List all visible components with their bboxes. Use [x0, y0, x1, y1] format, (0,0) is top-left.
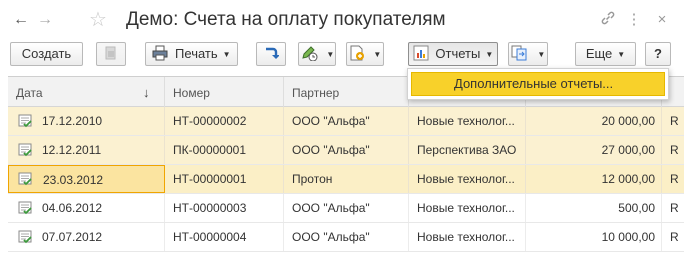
create-based-on-button[interactable]: ▼: [346, 42, 384, 66]
date-value: 17.12.2010: [42, 114, 103, 128]
reports-dropdown-menu: Дополнительные отчеты...: [407, 68, 669, 100]
cell-number: НТ-00000004: [165, 223, 284, 251]
date-value: 07.07.2012: [42, 230, 103, 244]
cell-date: 12.12.2011: [8, 136, 165, 164]
related-documents-icon: [511, 45, 527, 61]
chevron-down-icon: ▼: [222, 50, 231, 59]
cell-currency: R: [670, 114, 679, 128]
reports-button-label: Отчеты: [435, 46, 481, 61]
cell-number: НТ-00000001: [165, 165, 284, 193]
star-icon[interactable]: ☆: [89, 8, 107, 32]
cell-partner: ООО "Альфа": [284, 194, 409, 222]
cell-number: НТ-00000002: [165, 107, 284, 135]
page-title: Демо: Счета на оплату покупателям: [126, 9, 446, 30]
cell-date: 17.12.2010: [8, 107, 165, 135]
cell-amount: 10 000,00: [526, 223, 662, 251]
cell-currency: R: [670, 172, 679, 186]
cell-amount: 12 000,00: [526, 165, 662, 193]
chevron-down-icon: ▼: [326, 50, 335, 59]
column-header-number-label: Номер: [173, 86, 210, 100]
print-button-label: Печать: [175, 46, 218, 61]
posted-document-icon: [18, 143, 32, 157]
column-header-date-label: Дата: [16, 86, 43, 100]
column-header-date[interactable]: Дата ↓: [8, 77, 165, 107]
cell-counterparty: Новые технолог...: [409, 107, 526, 135]
cell-counterparty: Новые технолог...: [409, 194, 526, 222]
cell-partner: Протон: [284, 165, 409, 193]
report-chart-icon: [413, 45, 429, 61]
cell-currency: R: [670, 143, 679, 157]
title-bar: ← → ☆ Демо: Счета на оплату покупателям …: [0, 0, 684, 40]
cell-number: ПК-00000001: [165, 136, 284, 164]
edit-button[interactable]: ▼: [298, 42, 336, 66]
pencil-clock-icon: [302, 46, 318, 61]
column-header-number[interactable]: Номер: [165, 77, 284, 107]
cell-counterparty: Новые технолог...: [409, 223, 526, 251]
cell-amount: 20 000,00: [526, 107, 662, 135]
posted-document-icon: [18, 230, 32, 244]
table-row[interactable]: 12.12.2011 ПК-00000001 ООО "Альфа" Персп…: [8, 136, 684, 165]
date-value: 23.03.2012: [43, 173, 104, 187]
column-header-partner[interactable]: Партнер: [284, 77, 409, 107]
sort-descending-icon: ↓: [143, 85, 150, 100]
create-button[interactable]: Создать: [10, 42, 83, 66]
cell-date: 04.06.2012: [8, 194, 165, 222]
printer-icon: [152, 45, 168, 61]
cell-counterparty: Перспектива ЗАО: [409, 136, 526, 164]
command-bar: Создать Печать ▼ ▼ ▼ Отчеты ▼ ▼ Еще ▼ ?: [0, 42, 684, 70]
cell-date: 23.03.2012: [8, 165, 165, 193]
chevron-down-icon: ▼: [617, 50, 626, 59]
table-row[interactable]: 07.07.2012 НТ-00000004 ООО "Альфа" Новые…: [8, 223, 684, 252]
reports-button[interactable]: Отчеты ▼: [408, 42, 498, 66]
cell-currency: R: [670, 230, 679, 244]
post-button[interactable]: [256, 42, 286, 66]
cell-partner: ООО "Альфа": [284, 223, 409, 251]
more-button-label: Еще: [585, 46, 613, 61]
help-button[interactable]: ?: [645, 42, 671, 66]
create-button-label: Создать: [21, 46, 72, 61]
cell-amount: 27 000,00: [526, 136, 662, 164]
date-value: 12.12.2011: [42, 143, 102, 157]
post-arrow-icon: [266, 47, 279, 59]
cell-currency: R: [670, 201, 679, 215]
chevron-down-icon: ▼: [373, 50, 382, 59]
copy-button[interactable]: [96, 42, 126, 66]
chevron-down-icon: ▼: [537, 50, 546, 59]
column-header-partner-label: Партнер: [292, 86, 340, 100]
posted-document-icon: [18, 114, 32, 128]
cell-partner: ООО "Альфа": [284, 136, 409, 164]
table-row-selected[interactable]: 23.03.2012 НТ-00000001 Протон Новые техн…: [8, 165, 684, 194]
documents-table: Дата ↓ Номер Партнер 17.12.2010 НТ-00000…: [8, 76, 684, 271]
cell-partner: ООО "Альфа": [284, 107, 409, 135]
cell-amount: 500,00: [526, 194, 662, 222]
date-value: 04.06.2012: [42, 201, 103, 215]
posted-document-icon: [18, 201, 32, 215]
close-icon[interactable]: ×: [652, 10, 672, 30]
table-row[interactable]: 17.12.2010 НТ-00000002 ООО "Альфа" Новые…: [8, 107, 684, 136]
related-documents-button[interactable]: ▼: [508, 42, 548, 66]
menu-item-additional-reports[interactable]: Дополнительные отчеты...: [411, 72, 665, 96]
back-arrow-icon[interactable]: ←: [10, 10, 32, 30]
table-row[interactable]: 04.06.2012 НТ-00000003 ООО "Альфа" Новые…: [8, 194, 684, 223]
link-icon[interactable]: [598, 10, 618, 30]
copy-icon: [105, 46, 116, 60]
forward-arrow-icon[interactable]: →: [34, 10, 56, 30]
cell-number: НТ-00000003: [165, 194, 284, 222]
more-vertical-icon[interactable]: ⋮: [624, 10, 644, 30]
document-plus-icon: [350, 45, 364, 61]
print-button[interactable]: Печать ▼: [145, 42, 238, 66]
cell-date: 07.07.2012: [8, 223, 165, 251]
more-button[interactable]: Еще ▼: [575, 42, 636, 66]
cell-counterparty: Новые технолог...: [409, 165, 526, 193]
posted-document-icon: [18, 172, 32, 186]
help-button-label: ?: [654, 46, 662, 61]
chevron-down-icon: ▼: [485, 50, 494, 59]
